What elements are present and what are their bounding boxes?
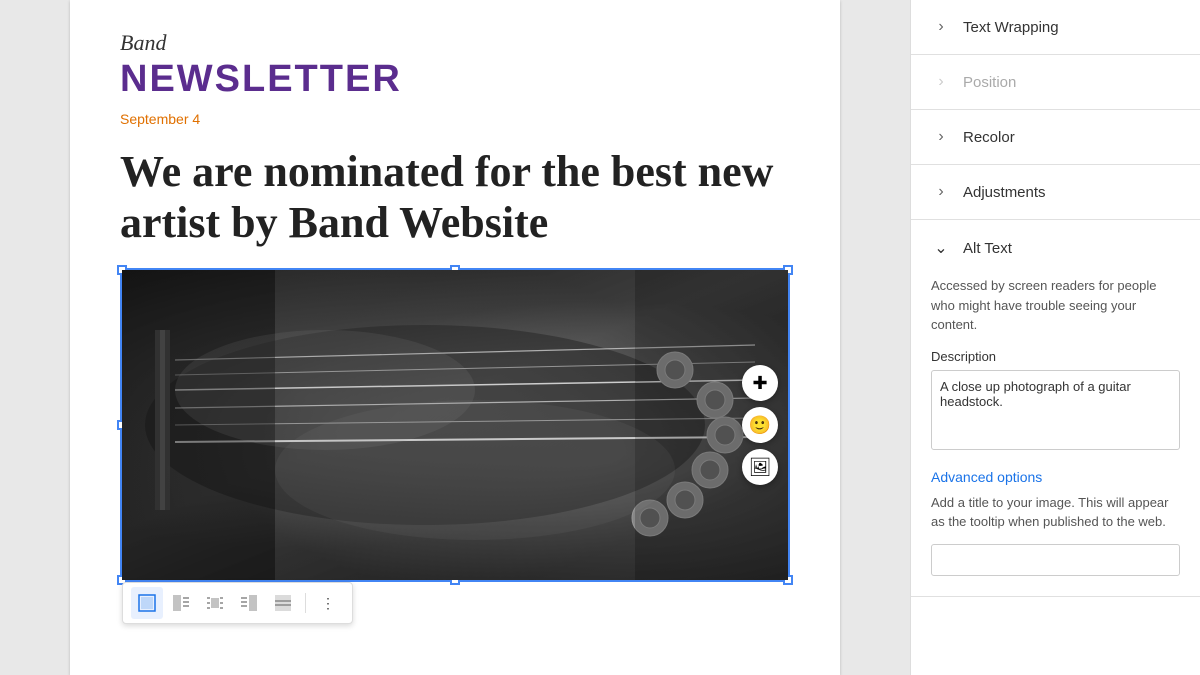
advanced-description: Add a title to your image. This will app…	[931, 493, 1180, 532]
position-label: Position	[963, 74, 1016, 91]
image-action-buttons: ✚ 🙂 🖼	[742, 365, 778, 485]
date-label: September 4	[120, 111, 790, 127]
wrap-break-button[interactable]	[267, 587, 299, 619]
text-wrapping-header[interactable]: › Text Wrapping	[911, 0, 1200, 54]
more-icon: ⋮	[321, 595, 335, 612]
description-textarea[interactable]: A close up photograph of a guitar headst…	[931, 370, 1180, 450]
document-page: Band NEWSLETTER September 4 We are nomin…	[70, 0, 840, 675]
position-header[interactable]: › Position	[911, 55, 1200, 109]
guitar-image: ✚ 🙂 🖼	[122, 270, 788, 580]
wrap-left-button[interactable]	[165, 587, 197, 619]
emoji-action-button[interactable]: 🙂	[742, 407, 778, 443]
alt-text-body: Accessed by screen readers for people wh…	[911, 276, 1200, 596]
image-icon: 🖼	[749, 457, 772, 478]
advanced-options-link[interactable]: Advanced options	[931, 469, 1180, 485]
adjustments-label: Adjustments	[963, 184, 1046, 201]
recolor-section: › Recolor	[911, 110, 1200, 165]
article-headline: We are nominated for the best new artist…	[120, 147, 790, 248]
position-section: › Position	[911, 55, 1200, 110]
more-options-button[interactable]: ⋮	[312, 587, 344, 619]
emoji-icon: 🙂	[749, 415, 771, 436]
add-icon: ✚	[752, 373, 767, 394]
text-wrapping-label: Text Wrapping	[963, 19, 1059, 36]
adjustments-header[interactable]: › Adjustments	[911, 165, 1200, 219]
band-block-title: NEWSLETTER	[120, 58, 790, 101]
alt-text-section: ⌄ Alt Text Accessed by screen readers fo…	[911, 220, 1200, 597]
adjustments-section: › Adjustments	[911, 165, 1200, 220]
wrap-none-button[interactable]	[131, 587, 163, 619]
description-field-label: Description	[931, 349, 1180, 364]
toolbar-divider	[305, 593, 306, 613]
adjustments-chevron-icon: ›	[931, 183, 951, 201]
position-chevron-icon: ›	[931, 73, 951, 91]
wrap-right-button[interactable]	[233, 587, 265, 619]
text-wrapping-section: › Text Wrapping	[911, 0, 1200, 55]
image-container[interactable]: ✚ 🙂 🖼	[120, 268, 790, 582]
alt-text-chevron-icon: ⌄	[931, 238, 951, 258]
recolor-chevron-icon: ›	[931, 128, 951, 146]
recolor-label: Recolor	[963, 129, 1015, 146]
image-toolbar: ⋮	[122, 582, 353, 624]
recolor-header[interactable]: › Recolor	[911, 110, 1200, 164]
add-action-button[interactable]: ✚	[742, 365, 778, 401]
alt-text-description: Accessed by screen readers for people wh…	[931, 276, 1180, 335]
title-input[interactable]	[931, 544, 1180, 576]
alt-text-label: Alt Text	[963, 240, 1012, 257]
wrap-center-button[interactable]	[199, 587, 231, 619]
text-wrapping-chevron-icon: ›	[931, 18, 951, 36]
right-panel: › Text Wrapping › Position › Recolor › A…	[910, 0, 1200, 675]
alt-text-header[interactable]: ⌄ Alt Text	[911, 220, 1200, 276]
image-action-button[interactable]: 🖼	[742, 449, 778, 485]
editor-area: Band NEWSLETTER September 4 We are nomin…	[0, 0, 910, 675]
band-script-title: Band	[120, 30, 790, 56]
